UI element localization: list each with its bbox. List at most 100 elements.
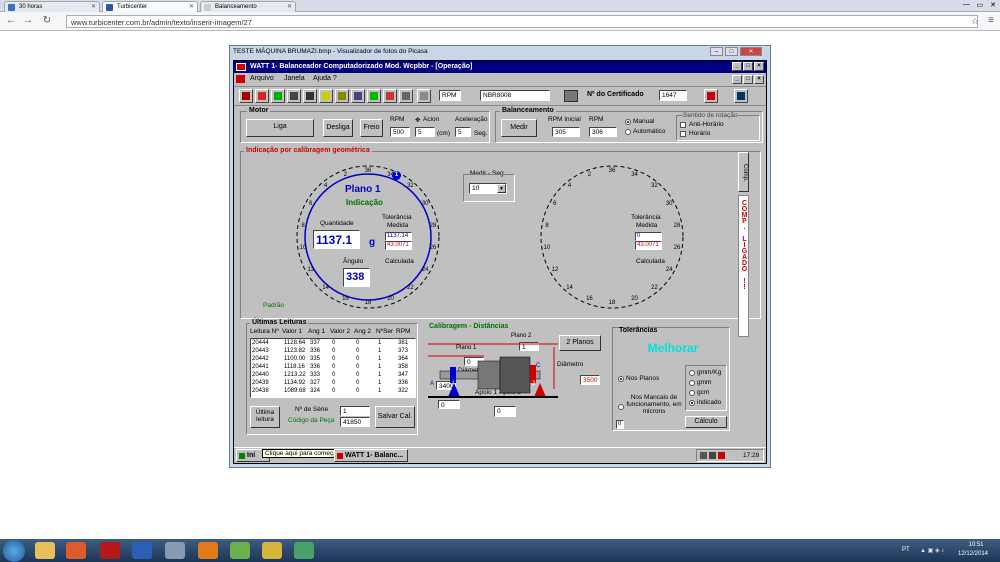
forward-icon[interactable]: → [21,15,35,28]
table-row[interactable]: 20441 1118.16 336 0 0 1 358 [251,364,415,372]
menu-janela[interactable]: Janela [284,75,305,82]
readings-table[interactable]: 20444 1128.64 337 0 0 1 381 20443 1123.82 336 0 0 1 3… [250,338,416,398]
horario-checkbox[interactable] [680,131,686,137]
minimize-icon[interactable]: — [963,1,970,8]
balance-rpm-field[interactable]: 306 [589,127,617,137]
serie-field[interactable]: 1 [340,406,370,416]
photo-viewer-icon[interactable] [294,542,314,559]
windows-start-icon[interactable] [3,540,25,562]
acion-field[interactable]: 5 [415,127,435,137]
tool-crosshair-icon[interactable] [704,89,718,103]
tray-speaker-icon[interactable] [709,452,716,459]
tool-scale-icon[interactable] [303,89,317,103]
tool-graph-icon[interactable] [383,89,397,103]
gmm-kg-radio[interactable] [689,370,695,376]
tool-wave-icon[interactable] [367,89,381,103]
medir-seg-select[interactable]: 10 ▼ [469,183,507,194]
comp-button[interactable]: Comp. [738,152,749,192]
liga-button[interactable]: Liga [246,119,314,137]
table-row[interactable]: 20444 1128.64 337 0 0 1 381 [251,340,415,348]
anti-horario-checkbox[interactable] [680,122,686,128]
freio-button[interactable]: Freio [360,119,383,137]
motor-rpm-field[interactable]: 500 [390,127,410,137]
gcm-radio[interactable] [689,390,695,396]
desliga-button[interactable]: Desliga [323,119,353,137]
maximize-icon[interactable]: ▭ [976,1,983,9]
app-minimize-button[interactable]: _ [732,62,742,71]
doc-maximize-button[interactable]: □ [743,75,753,84]
tool-edit-icon[interactable] [335,89,349,103]
reload-icon[interactable]: ↻ [40,15,54,28]
salvar-cal-button[interactable]: Salvar Cal. [375,406,415,428]
automatico-radio[interactable] [625,129,631,135]
tab-close-icon[interactable]: ✕ [91,3,96,10]
picasa-icon[interactable] [230,542,250,559]
menu-icon[interactable]: ≡ [984,15,998,28]
table-row[interactable]: 20440 1213.22 333 0 0 1 347 [251,372,415,380]
certificate-icon[interactable] [564,90,578,102]
table-row[interactable]: 20442 1100.00 335 0 0 1 364 [251,356,415,364]
table-row[interactable]: 20439 1134.92 327 0 0 1 336 [251,380,415,388]
tool-save-icon[interactable] [351,89,365,103]
indicado-radio[interactable] [689,400,695,406]
tool-exit-icon[interactable] [734,89,748,103]
m-app-icon[interactable] [132,542,152,559]
tray-app-icon[interactable] [718,452,725,459]
chevron-down-icon[interactable]: ▼ [497,184,506,193]
picasa-maximize-button[interactable]: □ [725,47,738,56]
tool-battery-icon[interactable] [271,89,285,103]
tab-close-icon[interactable]: ✕ [189,3,194,10]
back-icon[interactable]: ← [4,15,18,28]
network-app-icon[interactable] [165,542,185,559]
tab-turbicenter[interactable]: Turbicenter ✕ [102,1,198,12]
table-row[interactable]: 20443 1123.82 336 0 0 1 373 [251,348,415,356]
media-player-icon[interactable] [66,542,86,559]
picasa-minimize-button[interactable]: – [710,47,723,56]
tab-30-horas[interactable]: 30 horas ✕ [4,1,100,12]
calculo-button[interactable]: Cálculo [685,416,727,428]
planos-button[interactable]: 2 Planos [559,335,601,351]
tool-open-icon[interactable] [239,89,253,103]
ultima-leitura-button[interactable]: Última leitura [250,406,280,428]
rpm-inicial-field[interactable]: 305 [552,127,580,137]
nos-planos-radio[interactable] [618,376,624,382]
tool-list-icon[interactable] [417,89,431,103]
gmm-radio[interactable] [689,380,695,386]
tab-close-icon[interactable]: ✕ [287,3,292,10]
apoio-field[interactable]: 0 [438,400,460,409]
table-row[interactable]: 20438 1089.68 324 0 0 1 322 [251,388,415,396]
medir-button[interactable]: Medir [501,119,537,137]
language-indicator[interactable]: PT [902,547,910,553]
explorer-icon[interactable] [35,542,55,559]
menu-arquivo[interactable]: Arquivo [250,75,274,82]
app-maximize-button[interactable]: □ [743,62,753,71]
tray-icons[interactable]: ▲ ▣ ◈ ♪ [920,547,944,554]
picasa-close-button[interactable]: ✕ [740,47,762,56]
menu-ajuda[interactable]: Ajuda ? [313,75,337,82]
acel-field[interactable]: 5 [455,127,471,137]
nos-mancais-radio[interactable] [618,404,624,410]
app-close-button[interactable]: × [754,62,764,71]
tool-machine-icon[interactable] [287,89,301,103]
close-icon[interactable]: ✕ [990,1,996,9]
norm-field[interactable]: NBR8008 [480,90,550,101]
doc-close-button[interactable]: × [754,75,764,84]
mcafee-icon[interactable] [100,542,120,559]
bottom-field[interactable]: 0 [494,406,516,417]
tray-network-icon[interactable] [700,452,707,459]
tab-balanceamento[interactable]: Balanceamento ✕ [200,1,296,12]
bookmark-star-icon[interactable]: ☆ [968,15,982,28]
cert-field[interactable]: 1647 [659,90,687,101]
tool-motor-icon[interactable] [255,89,269,103]
tool-report-icon[interactable] [319,89,333,103]
mancais-field[interactable]: 0 [616,420,624,429]
office-icon[interactable] [198,542,218,559]
diam-field[interactable]: 3500 [580,375,600,385]
cod-field[interactable]: 41850 [340,417,370,427]
chrome-icon[interactable] [262,542,282,559]
tool-chart-icon[interactable] [399,89,413,103]
task-watt-button[interactable]: WATT 1- Balanc... [334,449,408,462]
url-input[interactable]: www.turbicenter.com.br/admin/texto/inser… [66,15,978,28]
doc-minimize-button[interactable]: _ [732,75,742,84]
manual-radio[interactable] [625,119,631,125]
